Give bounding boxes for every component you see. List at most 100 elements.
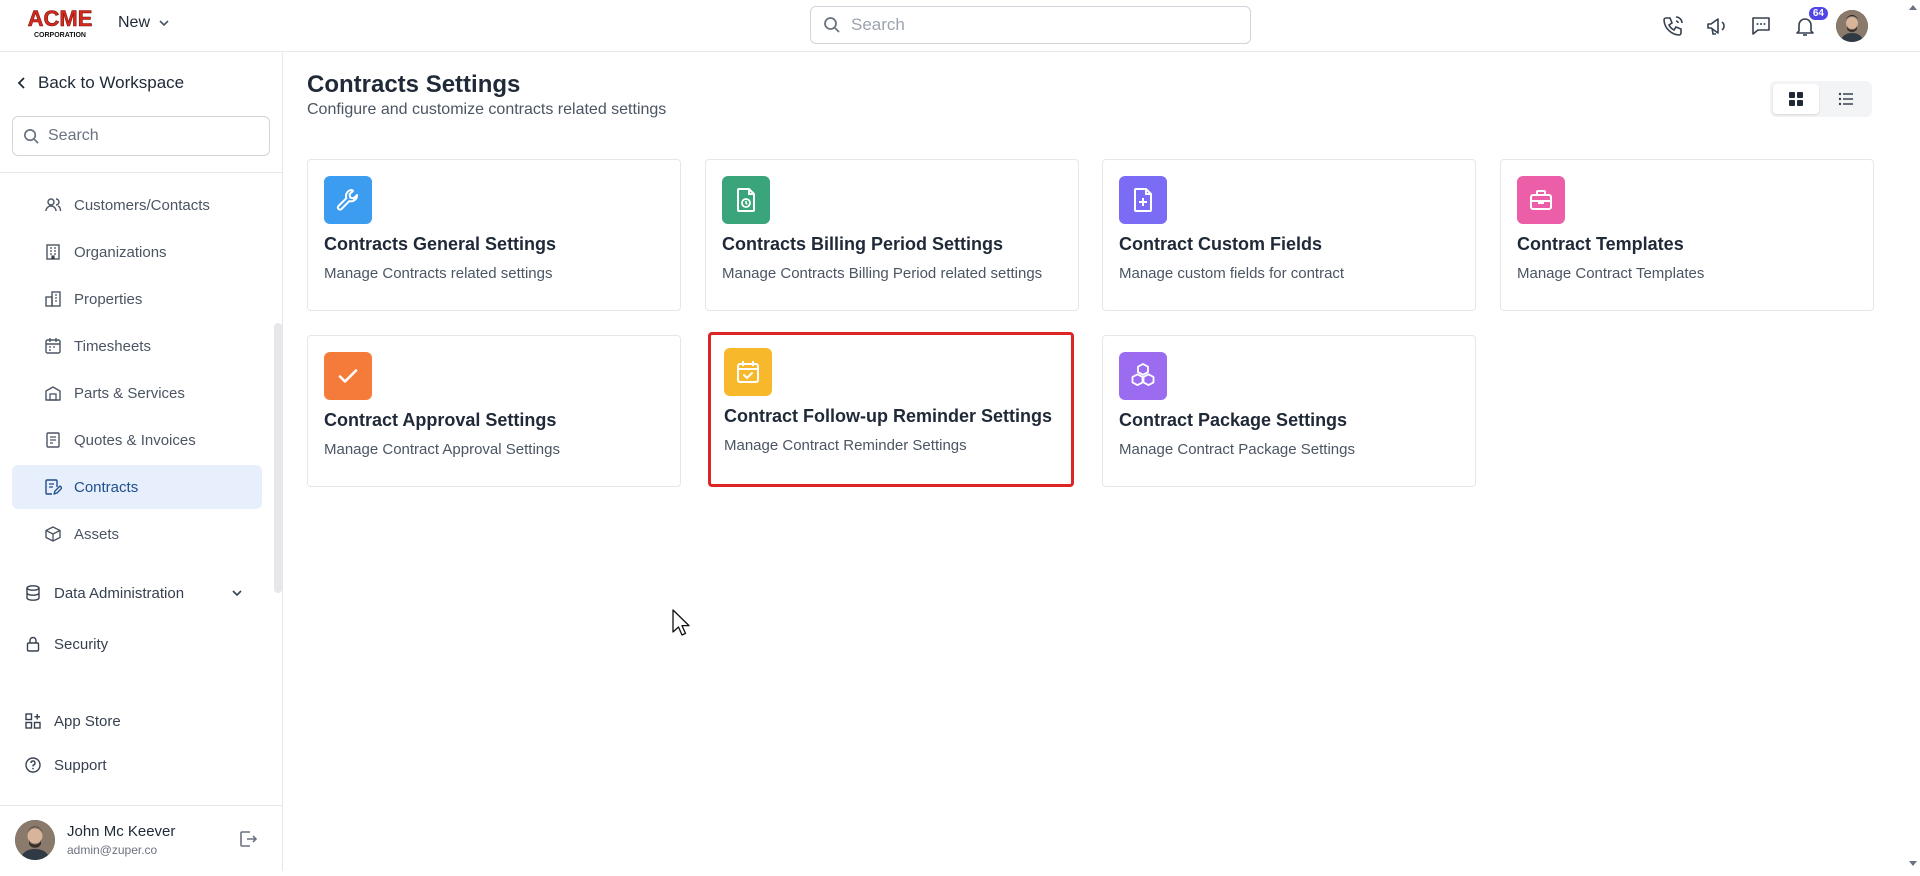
user-avatar[interactable]: [1836, 10, 1868, 42]
settings-card-billing-period[interactable]: Contracts Billing Period Settings Manage…: [705, 159, 1079, 311]
card-title: Contract Templates: [1517, 234, 1684, 254]
page-subtitle: Configure and customize contracts relate…: [307, 101, 667, 118]
user-email: admin@zuper.co: [67, 843, 158, 857]
card-description: Manage Contract Reminder Settings: [724, 437, 967, 454]
chevron-left-icon: [17, 77, 25, 89]
page-title: Contracts Settings: [307, 71, 521, 98]
sidebar-item-label: Organizations: [74, 243, 167, 261]
sidebar-item-parts-services[interactable]: Parts & Services: [12, 371, 262, 415]
wrench-icon: [324, 176, 372, 224]
user-profile: John Mc Keever admin@zuper.co: [0, 805, 282, 871]
settings-card-package[interactable]: Contract Package Settings Manage Contrac…: [1102, 335, 1476, 487]
grid-icon: [1789, 92, 1803, 106]
sidebar-item-label: Properties: [74, 290, 143, 308]
sidebar-item-customers-contacts[interactable]: Customers/Contacts: [12, 183, 262, 227]
sidebar-nav: Customers/Contacts Organizations Propert…: [12, 183, 262, 559]
sidebar-item-contracts[interactable]: Contracts: [12, 465, 262, 509]
sidebar-item-label: Quotes & Invoices: [74, 431, 196, 449]
card-description: Manage Contracts related settings: [324, 265, 553, 282]
invoice-icon: [46, 432, 60, 448]
sidebar-item-quotes-invoices[interactable]: Quotes & Invoices: [12, 418, 262, 462]
phone-icon[interactable]: [1660, 13, 1686, 39]
settings-card-contract-templates[interactable]: Contract Templates Manage Contract Templ…: [1500, 159, 1874, 311]
sidebar-search[interactable]: [12, 116, 270, 156]
avatar[interactable]: [15, 820, 55, 860]
chevron-down-icon: [232, 590, 242, 597]
contract-icon: [45, 479, 62, 495]
sidebar-item-organizations[interactable]: Organizations: [12, 230, 262, 274]
svg-text:ACME: ACME: [28, 6, 93, 31]
user-name: John Mc Keever: [67, 823, 176, 840]
billing-doc-icon: [722, 176, 770, 224]
megaphone-icon[interactable]: [1704, 13, 1730, 39]
sidebar-item-label: Support: [54, 756, 107, 774]
sidebar-item-assets[interactable]: Assets: [12, 512, 262, 556]
main-content: Contracts Settings Configure and customi…: [284, 53, 1904, 871]
sidebar-item-label: Security: [54, 635, 109, 653]
back-to-workspace-link[interactable]: Back to Workspace: [16, 73, 184, 93]
list-icon: [1838, 92, 1853, 106]
card-description: Manage Contract Templates: [1517, 265, 1705, 282]
notification-bell-icon[interactable]: 64: [1792, 7, 1828, 39]
card-description: Manage custom fields for contract: [1119, 265, 1345, 282]
acme-logo[interactable]: ACME CORPORATION: [24, 6, 96, 40]
grid-view-button[interactable]: [1773, 84, 1819, 114]
settings-card-approval[interactable]: Contract Approval Settings Manage Contra…: [307, 335, 681, 487]
database-icon: [26, 585, 40, 601]
logout-icon[interactable]: [237, 828, 259, 855]
sidebar-item-timesheets[interactable]: Timesheets: [12, 324, 262, 368]
search-icon: [824, 17, 840, 33]
card-description: Manage Contracts Billing Period related …: [722, 265, 1043, 282]
card-title: Contract Approval Settings: [324, 410, 557, 430]
card-title: Contract Package Settings: [1119, 410, 1348, 430]
card-description: Manage Contract Package Settings: [1119, 441, 1355, 458]
new-label: New: [118, 14, 151, 31]
warehouse-icon: [45, 386, 61, 401]
chat-icon[interactable]: [1748, 13, 1774, 39]
sidebar-item-label: Customers/Contacts: [74, 196, 210, 214]
divider: [0, 172, 282, 173]
users-icon: [45, 198, 62, 212]
card-title: Contracts General Settings: [324, 234, 557, 254]
sidebar-item-label: Parts & Services: [74, 384, 185, 402]
global-search-input[interactable]: [851, 15, 1231, 35]
page-scrollbar[interactable]: [1906, 0, 1920, 871]
global-search[interactable]: [810, 6, 1251, 44]
card-description: Manage Contract Approval Settings: [324, 441, 560, 458]
top-bar: ACME CORPORATION New 64: [0, 0, 1920, 52]
calendar-check-icon: [724, 348, 772, 396]
check-icon: [324, 352, 372, 400]
calendar-icon: [45, 338, 61, 354]
lock-icon: [26, 636, 40, 652]
list-view-button[interactable]: [1823, 84, 1869, 114]
briefcase-icon: [1517, 176, 1565, 224]
sidebar-item-app-store[interactable]: App Store: [24, 712, 121, 730]
settings-card-follow-up-reminder[interactable]: Contract Follow-up Reminder Settings Man…: [708, 332, 1074, 487]
back-label: Back to Workspace: [38, 73, 185, 92]
card-title: Contract Custom Fields: [1119, 234, 1323, 254]
card-title: Contracts Billing Period Settings: [722, 234, 1004, 254]
building-icon: [46, 244, 60, 260]
sidebar-item-label: Contracts: [74, 478, 139, 496]
search-icon: [24, 128, 39, 144]
svg-text:CORPORATION: CORPORATION: [34, 32, 86, 39]
notification-badge: 64: [1808, 7, 1828, 20]
sidebar-section-data-administration[interactable]: Data Administration: [24, 584, 254, 602]
view-toggle: [1770, 81, 1872, 117]
settings-card-contracts-general[interactable]: Contracts General Settings Manage Contra…: [307, 159, 681, 311]
sidebar-search-input[interactable]: [48, 127, 258, 145]
chevron-down-icon: [159, 20, 169, 27]
sidebar-item-label: App Store: [54, 712, 121, 730]
sidebar: Back to Workspace Customers/Contacts Org…: [0, 53, 283, 871]
new-menu-button[interactable]: New: [118, 14, 170, 32]
settings-card-custom-fields[interactable]: Contract Custom Fields Manage custom fie…: [1102, 159, 1476, 311]
sidebar-item-security[interactable]: Security: [24, 635, 108, 653]
app-grid-icon: [25, 713, 41, 729]
property-icon: [45, 291, 61, 307]
sidebar-item-properties[interactable]: Properties: [12, 277, 262, 321]
sidebar-item-support[interactable]: Support: [24, 756, 107, 774]
sidebar-item-label: Assets: [74, 525, 120, 543]
sidebar-scrollbar[interactable]: [274, 323, 282, 593]
sidebar-item-label: Timesheets: [74, 337, 151, 355]
card-title: Contract Follow-up Reminder Settings: [724, 406, 1053, 426]
